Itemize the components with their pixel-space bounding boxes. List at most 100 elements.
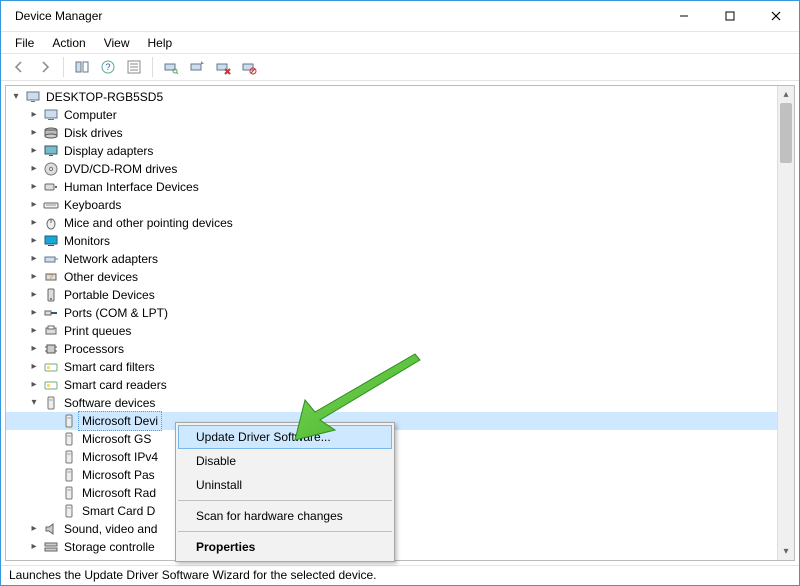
tree-node[interactable]: ▸ Disk drives [6, 124, 777, 142]
statusbar: Launches the Update Driver Software Wiza… [1, 565, 799, 585]
tree-node[interactable]: ▸ Print queues [6, 322, 777, 340]
context-menu-item[interactable]: Uninstall [178, 473, 392, 497]
tree-node-label: Smart Card D [78, 502, 159, 520]
context-menu-item[interactable]: Scan for hardware changes [178, 504, 392, 528]
show-hide-console-button[interactable] [70, 56, 94, 78]
tree-node[interactable]: ▸Processors [6, 340, 777, 358]
software-icon [60, 485, 78, 501]
close-button[interactable] [753, 1, 799, 31]
tree-node[interactable]: ▸Human Interface Devices [6, 178, 777, 196]
tree-node-label: Microsoft IPv4 [78, 448, 162, 466]
scroll-up-icon[interactable]: ▴ [778, 86, 794, 103]
chevron-right-icon[interactable]: ▸ [26, 214, 42, 232]
chevron-right-icon[interactable]: ▸ [26, 250, 42, 268]
disable-button[interactable] [237, 56, 261, 78]
chevron-right-icon[interactable]: ▸ [26, 286, 42, 304]
mouse-icon [42, 215, 60, 231]
storage-icon [42, 539, 60, 555]
chevron-right-icon[interactable]: ▸ [26, 538, 42, 556]
tree-node-label: Smart card filters [60, 358, 159, 376]
chevron-right-icon[interactable]: ▸ [26, 160, 42, 178]
tree-node[interactable]: ▸Ports (COM & LPT) [6, 304, 777, 322]
software-icon [60, 503, 78, 519]
scroll-thumb[interactable] [780, 103, 792, 163]
tree-node-label: Monitors [60, 232, 114, 250]
uninstall-button[interactable] [211, 56, 235, 78]
software-icon [60, 413, 78, 429]
tree-node-label: Microsoft Pas [78, 466, 159, 484]
tree-node[interactable]: ▸ DVD/CD-ROM drives [6, 160, 777, 178]
tree-node[interactable]: ▸Smart card readers [6, 376, 777, 394]
chevron-right-icon[interactable]: ▸ [26, 106, 42, 124]
context-menu[interactable]: Update Driver Software...DisableUninstal… [175, 422, 395, 562]
context-menu-item[interactable]: Update Driver Software... [178, 425, 392, 449]
chevron-right-icon[interactable]: ▸ [26, 196, 42, 214]
hid-icon [42, 179, 60, 195]
smartcard-icon [42, 359, 60, 375]
tree-node-label: Disk drives [60, 124, 127, 142]
chevron-right-icon[interactable]: ▸ [26, 520, 42, 538]
tree-node[interactable]: ▸ Smart card filters [6, 358, 777, 376]
tree-node-label: Other devices [60, 268, 142, 286]
tree-node[interactable]: ▸ Computer [6, 106, 777, 124]
chevron-down-icon[interactable]: ▾ [8, 88, 24, 106]
tree-node-label: Print queues [60, 322, 135, 340]
maximize-button[interactable] [707, 1, 753, 31]
tree-node[interactable]: ▸ Portable Devices [6, 286, 777, 304]
update-driver-button[interactable] [185, 56, 209, 78]
chevron-down-icon[interactable]: ▾ [26, 394, 42, 412]
tree-node-label: Mice and other pointing devices [60, 214, 237, 232]
scan-hardware-button[interactable] [159, 56, 183, 78]
smartcard-icon [42, 377, 60, 393]
tree-node-label: Portable Devices [60, 286, 159, 304]
chevron-right-icon[interactable]: ▸ [26, 304, 42, 322]
scroll-track[interactable] [778, 103, 794, 543]
chevron-right-icon[interactable]: ▸ [26, 142, 42, 160]
cpu-icon [42, 341, 60, 357]
chevron-right-icon[interactable]: ▸ [26, 340, 42, 358]
chevron-right-icon[interactable]: ▸ [26, 232, 42, 250]
vertical-scrollbar[interactable]: ▴ ▾ [777, 86, 794, 560]
statusbar-text: Launches the Update Driver Software Wiza… [9, 568, 377, 582]
chevron-right-icon[interactable]: ▸ [26, 178, 42, 196]
software-icon [60, 467, 78, 483]
menu-file[interactable]: File [7, 34, 42, 52]
context-menu-separator [178, 500, 392, 501]
content-area: ▾DESKTOP-RGB5SD5▸Computer▸Disk drives▸Di… [1, 81, 799, 565]
keyboard-icon [42, 197, 60, 213]
menu-action[interactable]: Action [44, 34, 93, 52]
chevron-right-icon[interactable]: ▸ [26, 322, 42, 340]
tree-node[interactable]: ▸Network adapters [6, 250, 777, 268]
tree-node[interactable]: ▸Keyboards [6, 196, 777, 214]
sound-icon [42, 521, 60, 537]
chevron-right-icon[interactable]: ▸ [26, 358, 42, 376]
chevron-right-icon[interactable]: ▸ [26, 124, 42, 142]
svg-text:?: ? [49, 274, 53, 281]
context-menu-item[interactable]: Properties [178, 535, 392, 559]
software-icon [60, 449, 78, 465]
context-menu-item[interactable]: Disable [178, 449, 392, 473]
scroll-down-icon[interactable]: ▾ [778, 543, 794, 560]
tree-node[interactable]: ▸? Other devices [6, 268, 777, 286]
minimize-button[interactable] [661, 1, 707, 31]
chevron-right-icon[interactable]: ▸ [26, 376, 42, 394]
back-button[interactable] [7, 56, 31, 78]
forward-button[interactable] [33, 56, 57, 78]
software-icon [60, 431, 78, 447]
tree-node-label: DVD/CD-ROM drives [60, 160, 181, 178]
toolbar: ? [1, 53, 799, 81]
tree-node-label: Computer [60, 106, 121, 124]
tree-node[interactable]: ▸ Mice and other pointing devices [6, 214, 777, 232]
menubar: File Action View Help [1, 31, 799, 53]
help-button[interactable]: ? [96, 56, 120, 78]
menu-view[interactable]: View [96, 34, 138, 52]
properties-button[interactable] [122, 56, 146, 78]
tree-node[interactable]: ▾DESKTOP-RGB5SD5 [6, 88, 777, 106]
tree-node[interactable]: ▾Software devices [6, 394, 777, 412]
chevron-right-icon[interactable]: ▸ [26, 268, 42, 286]
tree-node[interactable]: ▸Display adapters [6, 142, 777, 160]
tree-node-label: Microsoft Rad [78, 484, 160, 502]
tree-node-label: Sound, video and [60, 520, 161, 538]
tree-node[interactable]: ▸ Monitors [6, 232, 777, 250]
menu-help[interactable]: Help [140, 34, 181, 52]
